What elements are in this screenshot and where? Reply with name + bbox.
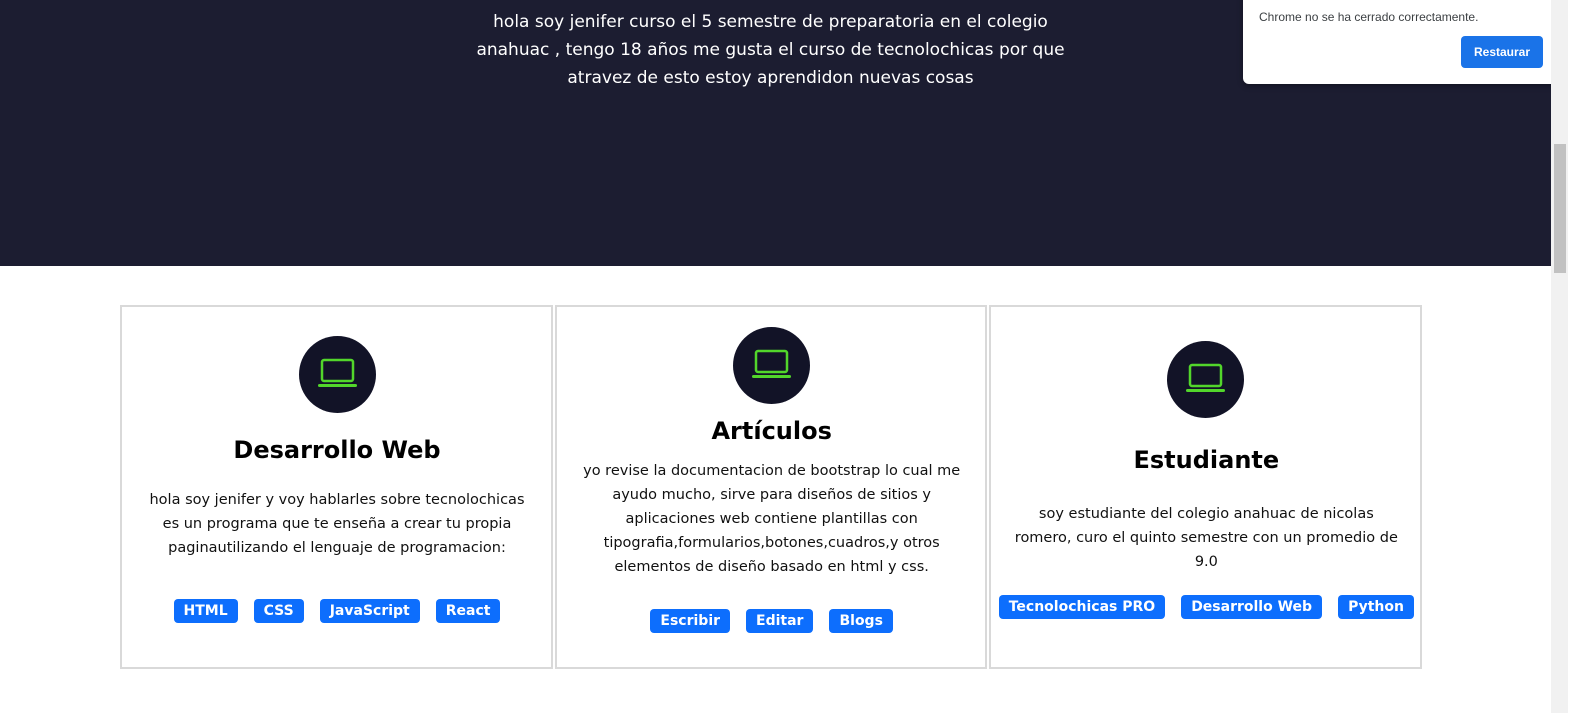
restore-message: Chrome no se ha cerrado correctamente. — [1259, 10, 1479, 24]
badge-html[interactable]: HTML — [173, 599, 238, 623]
badge-python[interactable]: Python — [1338, 595, 1414, 619]
hero-intro-text: hola soy jenifer curso el 5 semestre de … — [476, 12, 1065, 88]
laptop-icon — [732, 327, 810, 404]
card-text: soy estudiante del colegio anahuac de ni… — [1014, 506, 1398, 570]
badge-javascript[interactable]: JavaScript — [319, 599, 420, 623]
badge-react[interactable]: React — [435, 599, 501, 623]
badge-group: Escribir Editar Blogs — [557, 609, 987, 633]
laptop-icon — [1167, 341, 1245, 418]
badge-editar[interactable]: Editar — [746, 609, 814, 633]
badge-group: HTML CSS JavaScript React — [122, 599, 552, 623]
card-title: Estudiante — [1133, 446, 1280, 474]
cards-row: Desarrollo Web hola soy jenifer y voy ha… — [120, 305, 1423, 669]
badge-blogs[interactable]: Blogs — [829, 609, 893, 633]
badge-escribir[interactable]: Escribir — [650, 609, 731, 633]
laptop-icon — [299, 336, 376, 413]
restore-button[interactable]: Restaurar — [1461, 36, 1543, 68]
badge-tecnolochicas-pro[interactable]: Tecnolochicas PRO — [998, 595, 1166, 619]
badge-group: Tecnolochicas PRO Desarrollo Web Python — [991, 595, 1421, 619]
card-text: hola soy jenifer y voy hablarles sobre t… — [149, 492, 525, 556]
card-text: yo revise la documentacion de bootstrap … — [583, 463, 961, 575]
badge-css[interactable]: CSS — [253, 599, 304, 623]
badge-desarrollo-web[interactable]: Desarrollo Web — [1181, 595, 1323, 619]
card-articulos: Artículos yo revise la documentacion de … — [554, 305, 988, 669]
vertical-scrollbar[interactable] — [1551, 0, 1568, 713]
card-title: Artículos — [711, 417, 832, 445]
card-desarrollo-web: Desarrollo Web hola soy jenifer y voy ha… — [120, 305, 553, 669]
card-title: Desarrollo Web — [233, 436, 441, 464]
scrollbar-thumb[interactable] — [1554, 144, 1566, 273]
chrome-restore-popup: Chrome no se ha cerrado correctamente. R… — [1243, 0, 1558, 84]
card-estudiante: Estudiante soy estudiante del colegio an… — [989, 305, 1423, 669]
